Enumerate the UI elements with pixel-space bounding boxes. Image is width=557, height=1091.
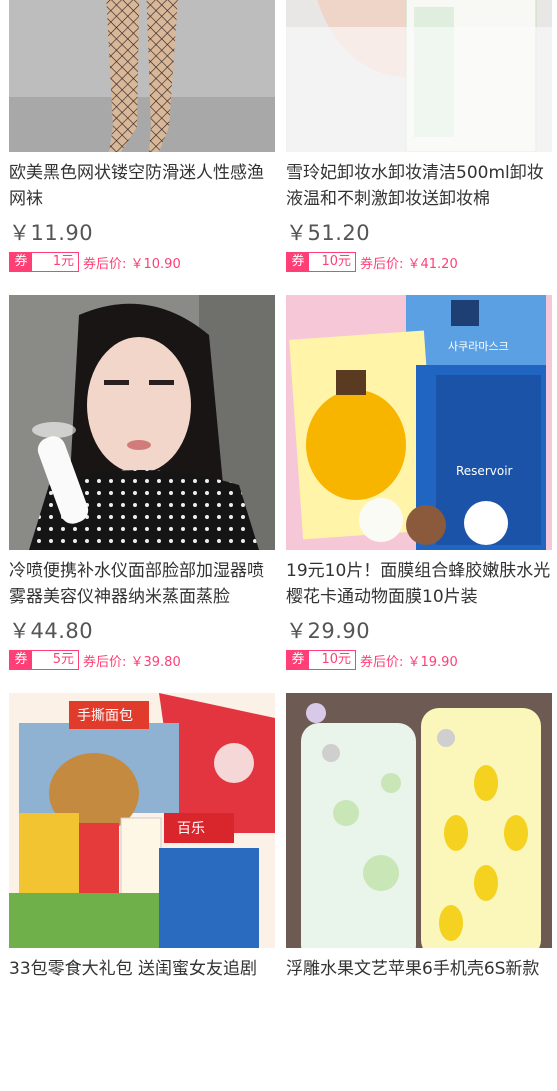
- mask-brand-text: 사쿠라마스크: [448, 340, 509, 353]
- product-image[interactable]: [9, 0, 275, 152]
- snack-gift-box-photo: 手撕面包 百乐: [9, 693, 275, 948]
- coupon-value: 10元: [309, 253, 355, 271]
- product-card[interactable]: 手撕面包 百乐 33包零食大礼包 送闺蜜女友追剧: [9, 693, 275, 1091]
- after-coupon-price: 券后价: ￥39.80: [83, 654, 181, 670]
- product-title[interactable]: 欧美黑色网状镂空防滑迷人性感渔网袜: [9, 160, 275, 212]
- product-title[interactable]: 19元10片！面膜组合蜂胶嫩肤水光樱花卡通动物面膜10片装: [286, 558, 552, 610]
- coupon-label: 券: [287, 651, 309, 669]
- fishnet-stockings-photo: [9, 0, 275, 152]
- phone-case-photo: [286, 693, 552, 948]
- product-image[interactable]: [286, 0, 552, 152]
- after-coupon-price: 券后价: ￥19.90: [360, 654, 458, 670]
- product-card[interactable]: 欧美黑色网状镂空防滑迷人性感渔网袜 ￥11.90 券 1元 券后价: ￥10.9…: [9, 0, 275, 295]
- product-image[interactable]: [9, 295, 275, 550]
- product-price: ￥44.80: [9, 619, 94, 643]
- product-image[interactable]: 사쿠라마스크 Reservoir: [286, 295, 552, 550]
- coupon-badge[interactable]: 券 10元: [286, 650, 356, 670]
- coupon-label: 券: [287, 253, 309, 271]
- coupon-row: 券 1元 券后价: ￥10.90: [9, 252, 275, 272]
- product-price: ￥29.90: [286, 619, 371, 643]
- coupon-row: 券 10元 券后价: ￥19.90: [286, 650, 552, 670]
- product-title[interactable]: 33包零食大礼包 送闺蜜女友追剧: [9, 956, 275, 1008]
- after-coupon-price: 券后价: ￥10.90: [83, 256, 181, 272]
- coupon-value: 5元: [32, 651, 78, 669]
- product-card[interactable]: 浮雕水果文艺苹果6手机壳6S新款: [286, 693, 552, 1091]
- product-grid: 欧美黑色网状镂空防滑迷人性感渔网袜 ￥11.90 券 1元 券后价: ￥10.9…: [0, 0, 557, 1091]
- coupon-row: 券 10元 券后价: ￥41.20: [286, 252, 552, 272]
- coupon-value: 10元: [309, 651, 355, 669]
- product-title[interactable]: 浮雕水果文艺苹果6手机壳6S新款: [286, 956, 552, 1008]
- product-title[interactable]: 冷喷便携补水仪面部脸部加湿器喷雾器美容仪神器纳米蒸面蒸脸: [9, 558, 275, 610]
- after-coupon-price: 券后价: ￥41.20: [360, 256, 458, 272]
- snack-brand-text: 百乐: [177, 821, 205, 837]
- product-price: ￥11.90: [9, 221, 94, 245]
- snack-label-text: 手撕面包: [77, 708, 133, 724]
- coupon-badge[interactable]: 券 5元: [9, 650, 79, 670]
- product-image[interactable]: [286, 693, 552, 948]
- product-price: ￥51.20: [286, 221, 371, 245]
- makeup-remover-photo: [286, 0, 552, 152]
- coupon-label: 券: [10, 253, 32, 271]
- mask-reservoir-text: Reservoir: [456, 464, 513, 478]
- coupon-value: 1元: [32, 253, 78, 271]
- product-image[interactable]: 手撕面包 百乐: [9, 693, 275, 948]
- coupon-badge[interactable]: 券 1元: [9, 252, 79, 272]
- coupon-row: 券 5元 券后价: ￥39.80: [9, 650, 275, 670]
- product-card[interactable]: 사쿠라마스크 Reservoir 19元10片！面膜组合蜂胶嫩肤水光樱花卡通动物…: [286, 295, 552, 693]
- coupon-label: 券: [10, 651, 32, 669]
- product-title[interactable]: 雪玲妃卸妆水卸妆清洁500ml卸妆液温和不刺激卸妆送卸妆棉: [286, 160, 552, 212]
- face-mist-sprayer-photo: [9, 295, 275, 550]
- product-card[interactable]: 雪玲妃卸妆水卸妆清洁500ml卸妆液温和不刺激卸妆送卸妆棉 ￥51.20 券 1…: [286, 0, 552, 295]
- coupon-badge[interactable]: 券 10元: [286, 252, 356, 272]
- face-mask-set-photo: 사쿠라마스크 Reservoir: [286, 295, 552, 550]
- product-card[interactable]: 冷喷便携补水仪面部脸部加湿器喷雾器美容仪神器纳米蒸面蒸脸 ￥44.80 券 5元…: [9, 295, 275, 693]
